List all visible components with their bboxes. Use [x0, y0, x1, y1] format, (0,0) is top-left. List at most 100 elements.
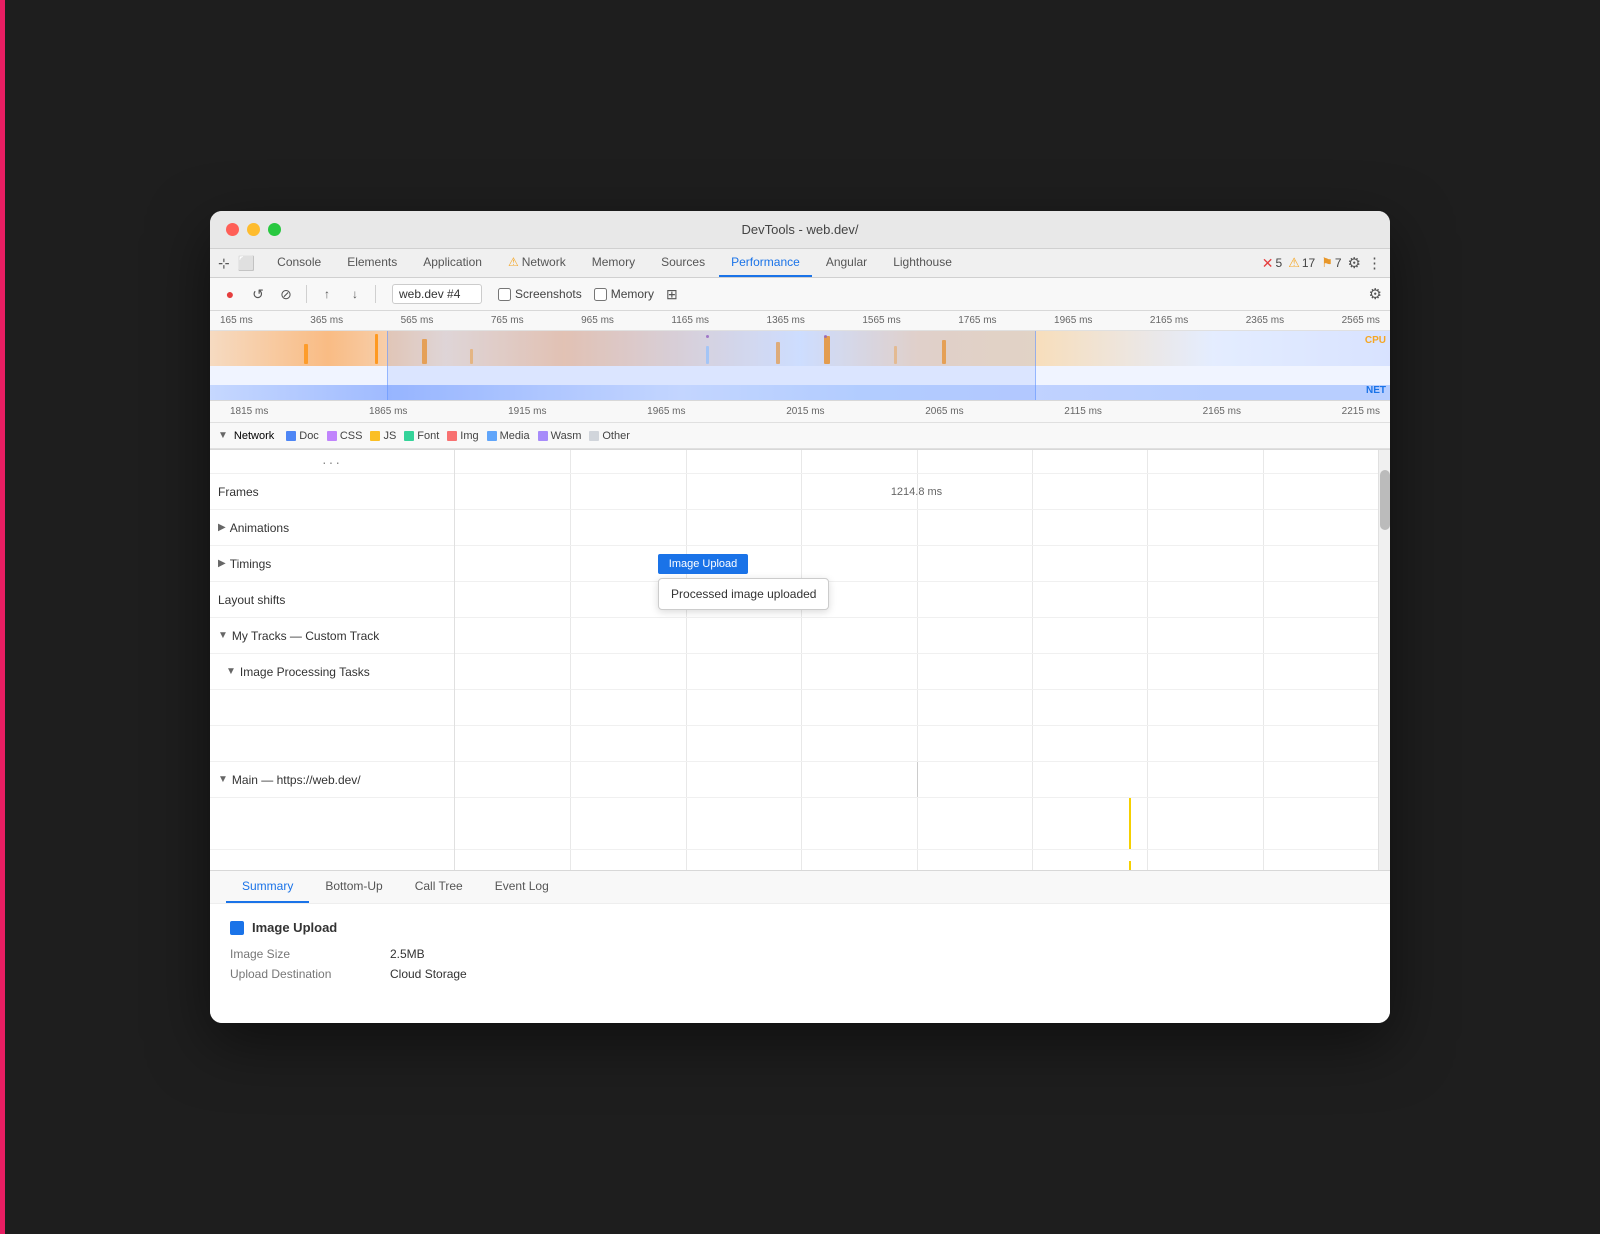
tab-performance[interactable]: Performance — [719, 249, 812, 277]
empty-timeline-row-1 — [455, 690, 1378, 726]
warning-triangle-icon: ⚠ — [1288, 255, 1300, 271]
frames-ms-label: 1214.8 ms — [891, 486, 942, 498]
track-empty-2 — [210, 726, 454, 762]
flag-badge: ⚑ 7 — [1321, 255, 1341, 271]
ruler-tick-0: 165 ms — [220, 315, 253, 326]
screenshots-checkbox[interactable] — [498, 288, 511, 301]
load-profile-button[interactable]: ↑ — [315, 282, 339, 306]
legend-dot-media — [487, 431, 497, 441]
memory-checkbox-label[interactable]: Memory — [594, 287, 654, 301]
divider-1 — [306, 285, 307, 303]
track-my-tracks[interactable]: ▼ My Tracks — Custom Track — [210, 618, 454, 654]
ruler2-tick-1: 1865 ms — [369, 406, 407, 417]
ruler-tick-6: 1365 ms — [767, 315, 805, 326]
empty-timeline-row-2 — [455, 726, 1378, 762]
summary-row-0: Image Size 2.5MB — [230, 947, 1370, 961]
my-tracks-toggle[interactable]: ▼ — [218, 630, 228, 641]
memory-checkbox[interactable] — [594, 288, 607, 301]
frames-timeline-row: 1214.8 ms — [455, 474, 1378, 510]
title-bar: DevTools - web.dev/ — [210, 211, 1390, 249]
tab-sources[interactable]: Sources — [649, 249, 717, 277]
image-upload-tooltip: Processed image uploaded — [658, 578, 829, 610]
network-collapse-icon[interactable]: ▼ — [218, 430, 228, 441]
close-button[interactable] — [226, 223, 239, 236]
my-tracks-timeline-row — [455, 618, 1378, 654]
tab-lighthouse[interactable]: Lighthouse — [881, 249, 964, 277]
track-timings[interactable]: ▶ Timings — [210, 546, 454, 582]
tab-summary[interactable]: Summary — [226, 871, 309, 903]
more-icon[interactable]: ⋮ — [1367, 254, 1382, 272]
divider-2 — [375, 285, 376, 303]
ruler2-tick-8: 2215 ms — [1342, 406, 1380, 417]
tab-memory[interactable]: Memory — [580, 249, 647, 277]
record-button[interactable]: ● — [218, 282, 242, 306]
main-thread-toggle[interactable]: ▼ — [218, 774, 228, 785]
error-circle-icon: ✕ — [1262, 255, 1274, 272]
legend-dot-css — [327, 431, 337, 441]
tab-network[interactable]: ⚠ Network — [496, 249, 578, 277]
main-tall-row-2 — [455, 850, 1378, 870]
tracks-panel: ··· Frames ▶ Animations ▶ Timings Layout… — [210, 450, 455, 870]
tab-call-tree[interactable]: Call Tree — [399, 871, 479, 903]
devtools-tab-bar: ⊹ ⬜ Console Elements Application ⚠ Netwo… — [210, 249, 1390, 278]
ruler-tick-2: 565 ms — [401, 315, 434, 326]
main-timeline-row — [455, 762, 1378, 798]
legend-img: Img — [447, 430, 478, 442]
reload-record-button[interactable]: ↺ — [246, 282, 270, 306]
ruler2-tick-2: 1915 ms — [508, 406, 546, 417]
ruler2-tick-5: 2065 ms — [925, 406, 963, 417]
timeline-panel: 1214.8 ms Image Upload Processed image u… — [455, 450, 1378, 870]
image-processing-timeline-row — [455, 654, 1378, 690]
maximize-button[interactable] — [268, 223, 281, 236]
tab-bottom-up[interactable]: Bottom-Up — [309, 871, 398, 903]
animations-timeline-row — [455, 510, 1378, 546]
image-upload-box[interactable]: Image Upload — [658, 554, 748, 574]
cursor-icon: ⊹ — [218, 255, 230, 272]
ruler-tick-10: 2165 ms — [1150, 315, 1188, 326]
screen-cast-icon: ⬜ — [238, 255, 255, 272]
save-profile-button[interactable]: ↓ — [343, 282, 367, 306]
tab-elements[interactable]: Elements — [335, 249, 409, 277]
track-main-thread[interactable]: ▼ Main — https://web.dev/ — [210, 762, 454, 798]
session-selector[interactable]: web.dev #4 — [392, 284, 482, 304]
timeline-ruler-top: 165 ms 365 ms 565 ms 765 ms 965 ms 1165 … — [210, 311, 1390, 331]
tab-event-log[interactable]: Event Log — [479, 871, 565, 903]
checkbox-group: Screenshots Memory ⊞ — [498, 286, 678, 303]
flag-icon: ⚑ — [1321, 255, 1333, 271]
legend-dot-other — [589, 431, 599, 441]
legend-js: JS — [370, 430, 396, 442]
animations-toggle[interactable]: ▶ — [218, 522, 226, 533]
tab-console[interactable]: Console — [265, 249, 333, 277]
ruler2-tick-4: 2015 ms — [786, 406, 824, 417]
track-animations[interactable]: ▶ Animations — [210, 510, 454, 546]
legend-dot-img — [447, 431, 457, 441]
timeline-overview[interactable]: CPU NET — [210, 331, 1390, 401]
ruler-tick-11: 2365 ms — [1246, 315, 1284, 326]
tab-application[interactable]: Application — [411, 249, 494, 277]
network-legend-bar: ▼ Network Doc CSS JS Font Img — [210, 423, 1390, 449]
main-tall-row-1 — [455, 798, 1378, 850]
window-title: DevTools - web.dev/ — [741, 222, 858, 237]
toolbar-settings-icon[interactable]: ⚙ — [1369, 285, 1382, 303]
track-main-1 — [210, 798, 454, 850]
legend-doc: Doc — [286, 430, 319, 442]
track-image-processing[interactable]: ▼ Image Processing Tasks — [210, 654, 454, 690]
tab-angular[interactable]: Angular — [814, 249, 879, 277]
vertical-scrollbar[interactable] — [1378, 450, 1390, 870]
timeline-container: 165 ms 365 ms 565 ms 765 ms 965 ms 1165 … — [210, 311, 1390, 450]
settings-icon[interactable]: ⚙ — [1348, 254, 1361, 272]
minimize-button[interactable] — [247, 223, 260, 236]
timeline-selection[interactable] — [387, 331, 1036, 400]
image-processing-toggle[interactable]: ▼ — [226, 666, 236, 677]
legend-dot-font — [404, 431, 414, 441]
track-layout-shifts: Layout shifts — [210, 582, 454, 618]
screenshots-checkbox-label[interactable]: Screenshots — [498, 287, 582, 301]
memory-settings-icon[interactable]: ⊞ — [666, 286, 678, 303]
error-badge: ✕ 5 — [1262, 255, 1282, 272]
timings-toggle[interactable]: ▶ — [218, 558, 226, 569]
layout-shifts-timeline-row — [455, 582, 1378, 618]
scrollbar-thumb[interactable] — [1380, 470, 1390, 530]
legend-dot-wasm — [538, 431, 548, 441]
clear-button[interactable]: ⊘ — [274, 282, 298, 306]
session-dropdown[interactable]: web.dev #4 — [392, 284, 482, 304]
